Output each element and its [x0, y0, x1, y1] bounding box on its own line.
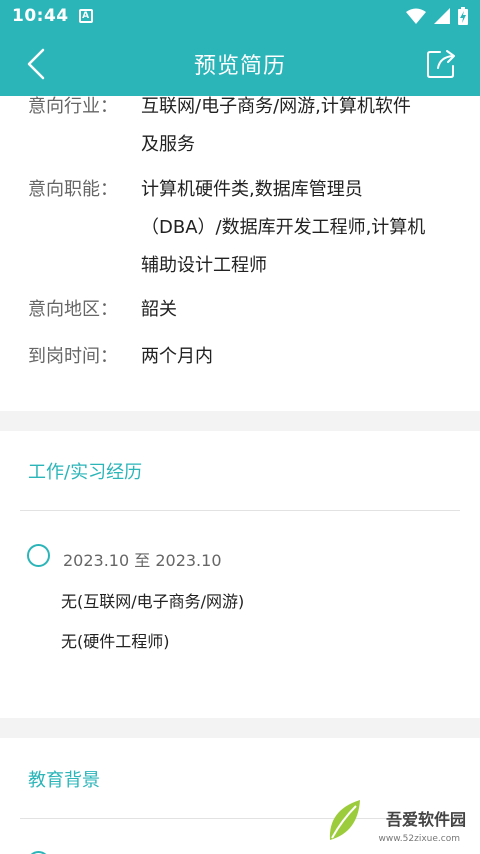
intent-row-industry: 意向行业： 互联网/电子商务/网游,计算机软件 及服务 — [28, 96, 463, 164]
section-title: 工作/实习经历 — [28, 462, 143, 483]
intent-value-line: 及服务 — [141, 134, 195, 155]
job-intent-section: 意向行业： 互联网/电子商务/网游,计算机软件 及服务 意向职能： 计算机硬件类… — [0, 96, 480, 411]
watermark-url: www.52zixue.com — [378, 834, 460, 844]
intent-value-line: 互联网/电子商务/网游,计算机软件 — [141, 96, 411, 117]
battery-icon — [458, 7, 468, 25]
intent-value-line: 两个月内 — [141, 346, 213, 367]
intent-label: 意向职能： — [28, 179, 118, 200]
intent-row-start-time: 到岗时间： 两个月内 — [28, 338, 463, 376]
page-title: 预览简历 — [193, 54, 286, 79]
intent-value: 两个月内 — [141, 338, 463, 376]
intent-value: 互联网/电子商务/网游,计算机软件 及服务 — [141, 96, 463, 164]
work-experience-section: 工作/实习经历 2023.10 至 2023.10 无(互联网/电子商务/网游)… — [0, 431, 480, 718]
intent-value-line: 韶关 — [141, 299, 177, 320]
work-company: 无(互联网/电子商务/网游) — [61, 592, 245, 611]
work-position: 无(硬件工程师) — [61, 632, 170, 651]
intent-label: 到岗时间： — [28, 346, 118, 367]
status-time: 10:44 — [12, 6, 69, 26]
leaf-logo-icon — [329, 800, 360, 840]
back-button[interactable] — [18, 46, 54, 82]
notification-icon: A — [78, 9, 93, 23]
intent-row-function: 意向职能： 计算机硬件类,数据库管理员 （DBA）/数据库开发工程师,计算机 辅… — [28, 171, 463, 285]
wifi-icon — [406, 8, 426, 24]
chevron-left-icon — [27, 48, 45, 80]
intent-value-line: 辅助设计工程师 — [141, 255, 267, 276]
app-bar: 预览简历 — [0, 32, 480, 96]
watermark-name: 吾爱软件园 — [385, 810, 466, 829]
section-title: 教育背景 — [28, 770, 100, 791]
intent-value-line: （DBA）/数据库开发工程师,计算机 — [141, 217, 426, 238]
divider — [20, 510, 460, 511]
resume-preview-content[interactable]: 意向行业： 互联网/电子商务/网游,计算机软件 及服务 意向职能： 计算机硬件类… — [0, 96, 480, 854]
section-gap — [0, 411, 480, 431]
share-icon — [427, 50, 455, 78]
section-gap — [0, 718, 480, 738]
signal-icon — [434, 8, 450, 24]
status-bar: 10:44 A — [0, 0, 480, 32]
intent-row-location: 意向地区： 韶关 — [28, 291, 463, 329]
intent-label: 意向地区： — [28, 299, 118, 320]
intent-label: 意向行业： — [28, 96, 118, 117]
timeline-circle-icon — [27, 544, 50, 567]
intent-value: 韶关 — [141, 291, 463, 329]
work-date-range: 2023.10 至 2023.10 — [63, 551, 222, 570]
share-button[interactable] — [424, 46, 460, 82]
intent-value: 计算机硬件类,数据库管理员 （DBA）/数据库开发工程师,计算机 辅助设计工程师 — [141, 171, 463, 285]
status-icons — [406, 7, 468, 25]
watermark: 吾爱软件园 www.52zixue.com — [324, 790, 474, 850]
intent-value-line: 计算机硬件类,数据库管理员 — [141, 179, 363, 200]
